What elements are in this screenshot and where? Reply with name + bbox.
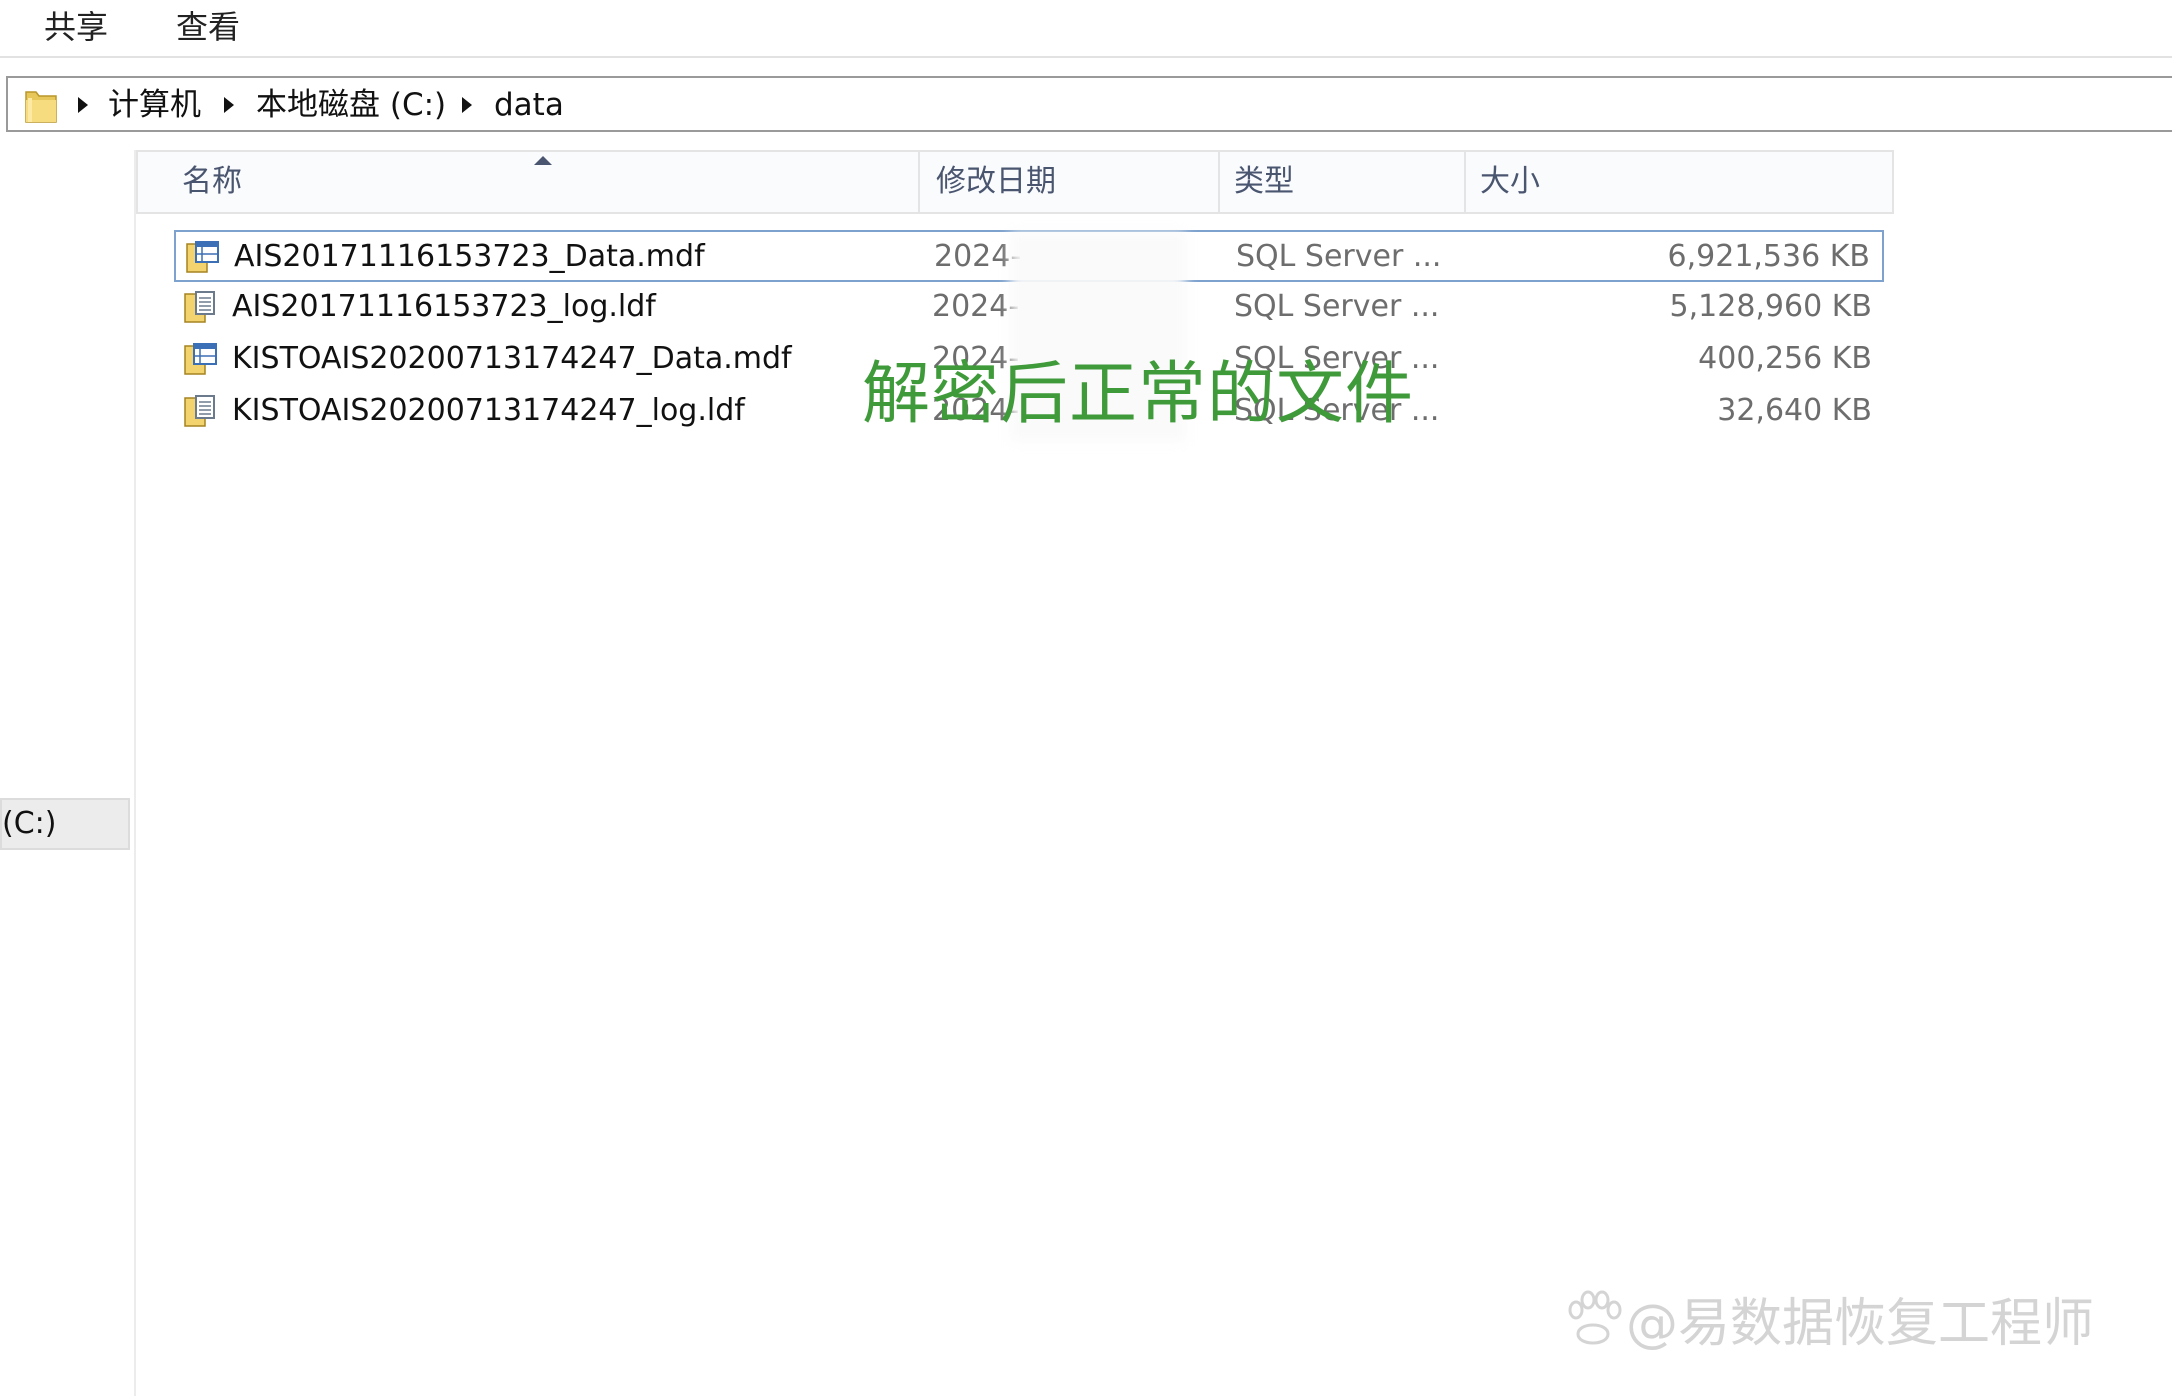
column-header-type[interactable]: 类型 bbox=[1234, 152, 1294, 212]
breadcrumb-data[interactable]: data bbox=[494, 82, 564, 128]
column-divider[interactable] bbox=[1218, 152, 1220, 212]
file-name[interactable]: AIS20171116153723_Data.mdf bbox=[234, 232, 705, 282]
tab-view[interactable]: 查看 bbox=[170, 4, 246, 50]
folder-icon bbox=[25, 91, 57, 123]
column-divider[interactable] bbox=[1464, 152, 1466, 212]
breadcrumb-computer[interactable]: 计算机 bbox=[108, 82, 201, 128]
nav-item-drive-c[interactable]: (C:) bbox=[0, 798, 130, 850]
file-name[interactable]: KISTOAIS20200713174247_Data.mdf bbox=[232, 334, 792, 384]
database-log-file-icon bbox=[184, 291, 215, 323]
file-type: SQL Server ... bbox=[1234, 289, 1440, 324]
database-log-file-icon bbox=[184, 395, 215, 427]
file-size: 32,640 KB bbox=[1717, 393, 1872, 428]
column-header-date[interactable]: 修改日期 bbox=[936, 152, 1056, 212]
file-date: 2024- bbox=[934, 239, 1022, 274]
ribbon: 共享 查看 bbox=[0, 0, 2172, 58]
breadcrumb-arrow-icon[interactable] bbox=[462, 97, 472, 113]
tab-share[interactable]: 共享 bbox=[38, 4, 114, 50]
column-headers: 名称 修改日期 类型 大小 bbox=[136, 150, 1894, 214]
file-type: SQL Server ... bbox=[1236, 239, 1442, 274]
column-header-name[interactable]: 名称 bbox=[182, 152, 242, 212]
paw-logo-icon bbox=[1568, 1290, 1622, 1345]
file-date: 2024- bbox=[932, 289, 1020, 324]
file-size: 400,256 KB bbox=[1698, 341, 1872, 376]
file-size: 5,128,960 KB bbox=[1669, 289, 1872, 324]
breadcrumb-arrow-icon[interactable] bbox=[78, 97, 88, 113]
watermark-text: @易数据恢复工程师 bbox=[1626, 1294, 2095, 1354]
database-data-file-icon bbox=[184, 343, 217, 375]
file-name[interactable]: AIS20171116153723_log.ldf bbox=[232, 282, 656, 332]
database-data-file-icon bbox=[186, 241, 219, 273]
address-bar[interactable]: 计算机 本地磁盘 (C:) data bbox=[6, 76, 2172, 132]
sort-ascending-icon bbox=[534, 156, 552, 165]
navigation-pane: (C:) bbox=[0, 150, 136, 1396]
breadcrumb-arrow-icon[interactable] bbox=[224, 97, 234, 113]
breadcrumb-local-disk[interactable]: 本地磁盘 (C:) bbox=[256, 82, 446, 128]
column-header-size[interactable]: 大小 bbox=[1480, 152, 1540, 212]
file-size: 6,921,536 KB bbox=[1667, 239, 1870, 274]
file-name[interactable]: KISTOAIS20200713174247_log.ldf bbox=[232, 386, 745, 436]
overlay-caption: 解密后正常的文件 bbox=[862, 355, 1415, 434]
column-divider[interactable] bbox=[918, 152, 920, 212]
